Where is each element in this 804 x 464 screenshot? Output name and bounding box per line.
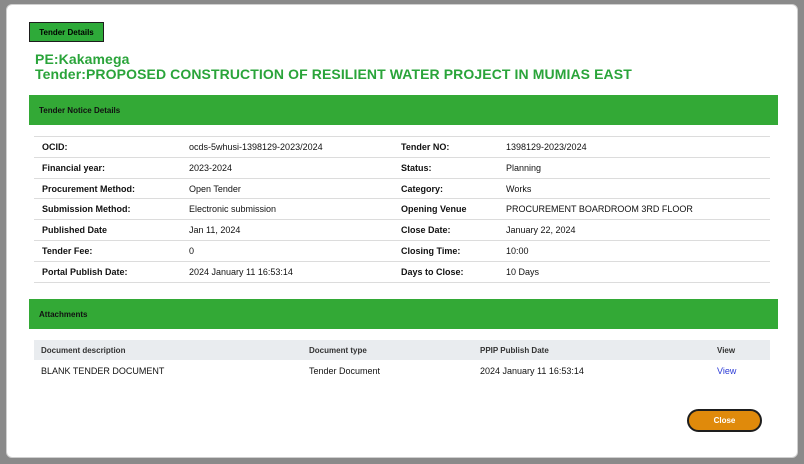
ppip-publish-date: 2024 January 11 16:53:14 bbox=[480, 366, 584, 376]
detail-row: Portal Publish Date: 2024 January 11 16:… bbox=[34, 262, 770, 283]
column-header: Document type bbox=[309, 346, 367, 355]
column-header: View bbox=[717, 346, 736, 355]
procurement-method-value: Open Tender bbox=[189, 183, 241, 194]
attachments-table: Document description Document type PPIP … bbox=[34, 340, 770, 382]
tender-details-tab[interactable]: Tender Details bbox=[29, 22, 104, 42]
detail-row: Procurement Method: Open Tender Category… bbox=[34, 179, 770, 200]
ocid-value: ocds-5whusi-1398129-2023/2024 bbox=[189, 142, 323, 152]
status-label: Status: bbox=[401, 162, 432, 173]
submission-method-label: Submission Method: bbox=[42, 204, 131, 215]
days-to-close-value: 10 Days bbox=[506, 266, 540, 277]
days-to-close-label: Days to Close: bbox=[401, 266, 464, 277]
tender-title: Tender:PROPOSED CONSTRUCTION OF RESILIEN… bbox=[35, 66, 632, 82]
detail-row: Financial year: 2023-2024 Status: Planni… bbox=[34, 158, 770, 179]
portal-publish-date-value: 2024 January 11 16:53:14 bbox=[189, 266, 293, 277]
tender-notice-details: OCID: ocds-5whusi-1398129-2023/2024 Tend… bbox=[34, 136, 770, 283]
column-header: Document description bbox=[41, 346, 126, 355]
document-type: Tender Document bbox=[309, 366, 381, 376]
document-description: BLANK TENDER DOCUMENT bbox=[41, 366, 165, 376]
close-button[interactable]: Close bbox=[687, 409, 762, 432]
close-date-label: Close Date: bbox=[401, 225, 451, 236]
detail-row: Published Date Jan 11, 2024 Close Date: … bbox=[34, 220, 770, 241]
portal-publish-date-label: Portal Publish Date: bbox=[42, 266, 128, 277]
close-date-value: January 22, 2024 bbox=[506, 225, 576, 236]
published-date-value: Jan 11, 2024 bbox=[189, 225, 241, 236]
published-date-label: Published Date bbox=[42, 225, 108, 236]
attachments-header: Attachments bbox=[29, 299, 778, 329]
financial-year-value: 2023-2024 bbox=[189, 162, 233, 173]
procurement-method-label: Procurement Method: bbox=[42, 183, 136, 194]
detail-row: Submission Method: Electronic submission… bbox=[34, 199, 770, 221]
closing-time-label: Closing Time: bbox=[401, 245, 461, 256]
column-header: PPIP Publish Date bbox=[480, 346, 549, 355]
opening-venue-value: PROCUREMENT BOARDROOM 3RD FLOOR bbox=[506, 204, 693, 215]
table-row: BLANK TENDER DOCUMENT Tender Document 20… bbox=[34, 360, 770, 382]
ocid-label: OCID: bbox=[42, 142, 68, 152]
tender-fee-value: 0 bbox=[189, 245, 195, 256]
tender-no-label: Tender NO: bbox=[401, 142, 450, 152]
tender-details-modal: Tender Details PE:Kakamega Tender:PROPOS… bbox=[6, 4, 798, 458]
opening-venue-label: Opening Venue bbox=[401, 204, 467, 215]
tender-no-value: 1398129-2023/2024 bbox=[506, 142, 587, 152]
submission-method-value: Electronic submission bbox=[189, 204, 277, 215]
status-value: Planning bbox=[506, 162, 542, 173]
procuring-entity-title: PE:Kakamega bbox=[35, 51, 130, 67]
tender-notice-header: Tender Notice Details bbox=[29, 95, 778, 125]
detail-row: Tender Fee: 0 Closing Time: 10:00 bbox=[34, 241, 770, 262]
view-document-link[interactable]: View bbox=[717, 366, 736, 376]
attachments-table-header: Document description Document type PPIP … bbox=[34, 340, 770, 360]
category-label: Category: bbox=[401, 183, 444, 194]
tender-fee-label: Tender Fee: bbox=[42, 245, 93, 256]
detail-row: OCID: ocds-5whusi-1398129-2023/2024 Tend… bbox=[34, 137, 770, 158]
closing-time-value: 10:00 bbox=[506, 245, 529, 256]
category-value: Works bbox=[506, 183, 532, 194]
financial-year-label: Financial year: bbox=[42, 162, 106, 173]
